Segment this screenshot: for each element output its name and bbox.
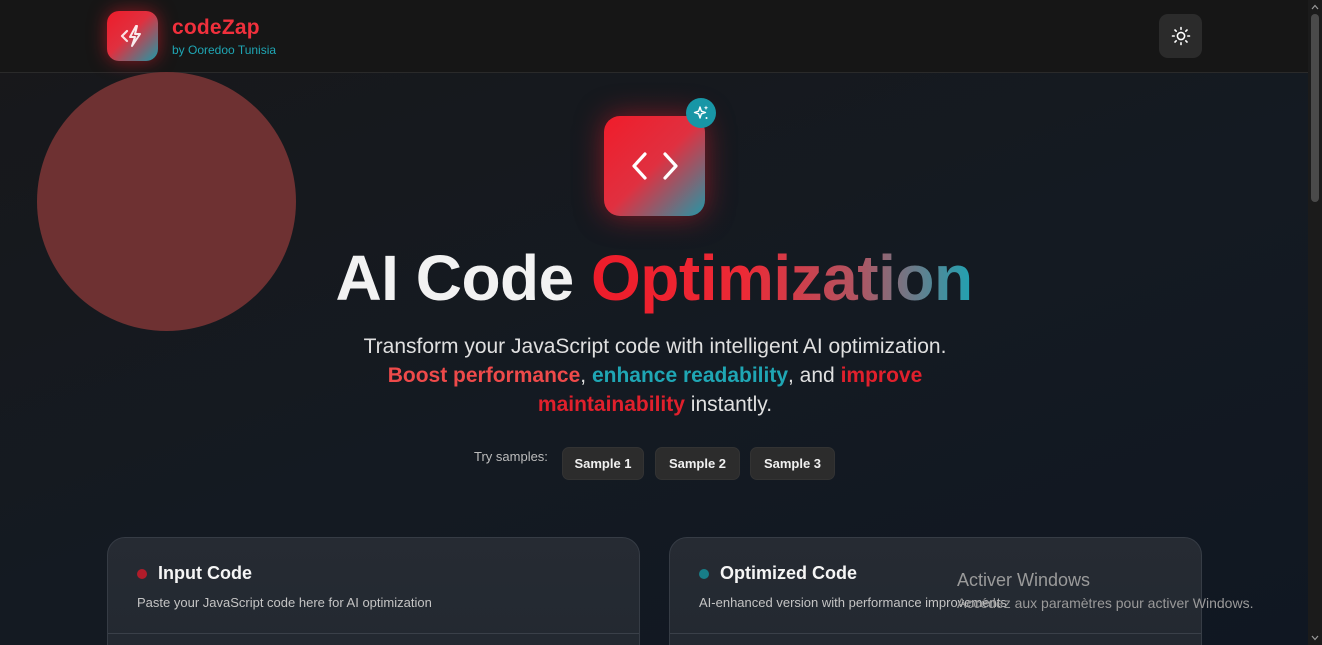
scrollbar-thumb[interactable] — [1311, 14, 1319, 202]
highlight-performance: Boost performance — [387, 364, 581, 387]
output-card-title: Optimized Code — [720, 563, 858, 583]
samples-label: Try samples: — [474, 449, 548, 464]
windows-watermark-subtitle: Accédez aux paramètres pour activer Wind… — [957, 595, 1254, 611]
hero-title-plain: AI Code — [335, 242, 592, 314]
sparkle-badge — [686, 98, 716, 128]
top-header: codeZap by Ooredoo Tunisia — [0, 0, 1308, 73]
hero-title: AI Code Optimization — [0, 238, 1308, 318]
sun-icon — [1171, 26, 1190, 46]
hero-desc-sep2: , and — [788, 364, 841, 387]
vertical-scrollbar[interactable] — [1308, 0, 1322, 645]
input-status-dot — [137, 569, 147, 579]
page: codeZap by Ooredoo Tunisia AI Code Optim… — [0, 0, 1308, 645]
brand-subtitle: by Ooredoo Tunisia — [172, 43, 277, 57]
logo[interactable] — [107, 11, 158, 61]
lightning-code-icon — [120, 25, 141, 47]
sample-1-button[interactable]: Sample 1 — [562, 447, 644, 480]
hero-description: Transform your JavaScript code with inte… — [320, 332, 990, 419]
windows-watermark-title: Activer Windows — [957, 570, 1091, 590]
highlight-readability: enhance readability — [591, 364, 789, 387]
hero-desc-end: instantly. — [684, 393, 773, 416]
hero-desc-line1: Transform your JavaScript code with inte… — [363, 335, 947, 358]
input-code-card: Input Code Paste your JavaScript code he… — [107, 537, 640, 645]
hero-title-gradient: Optimization — [591, 242, 973, 314]
hero-desc-sep1: , — [580, 364, 592, 387]
code-brackets-icon — [631, 152, 678, 180]
output-card-divider — [670, 633, 1201, 634]
brand-name[interactable]: codeZap — [172, 16, 260, 40]
output-status-dot — [699, 569, 709, 579]
input-card-title: Input Code — [158, 563, 252, 583]
theme-toggle-button[interactable] — [1159, 14, 1202, 58]
scroll-down-arrow-icon[interactable] — [1308, 631, 1322, 645]
input-card-divider — [108, 633, 639, 634]
optimized-code-card: Optimized Code AI-enhanced version with … — [669, 537, 1202, 645]
sample-3-button[interactable]: Sample 3 — [750, 447, 835, 480]
sparkles-icon — [693, 105, 709, 119]
sample-2-button[interactable]: Sample 2 — [655, 447, 740, 480]
input-card-subtitle: Paste your JavaScript code here for AI o… — [137, 595, 432, 610]
hero-icon — [604, 116, 705, 216]
scroll-up-arrow-icon[interactable] — [1308, 0, 1322, 14]
